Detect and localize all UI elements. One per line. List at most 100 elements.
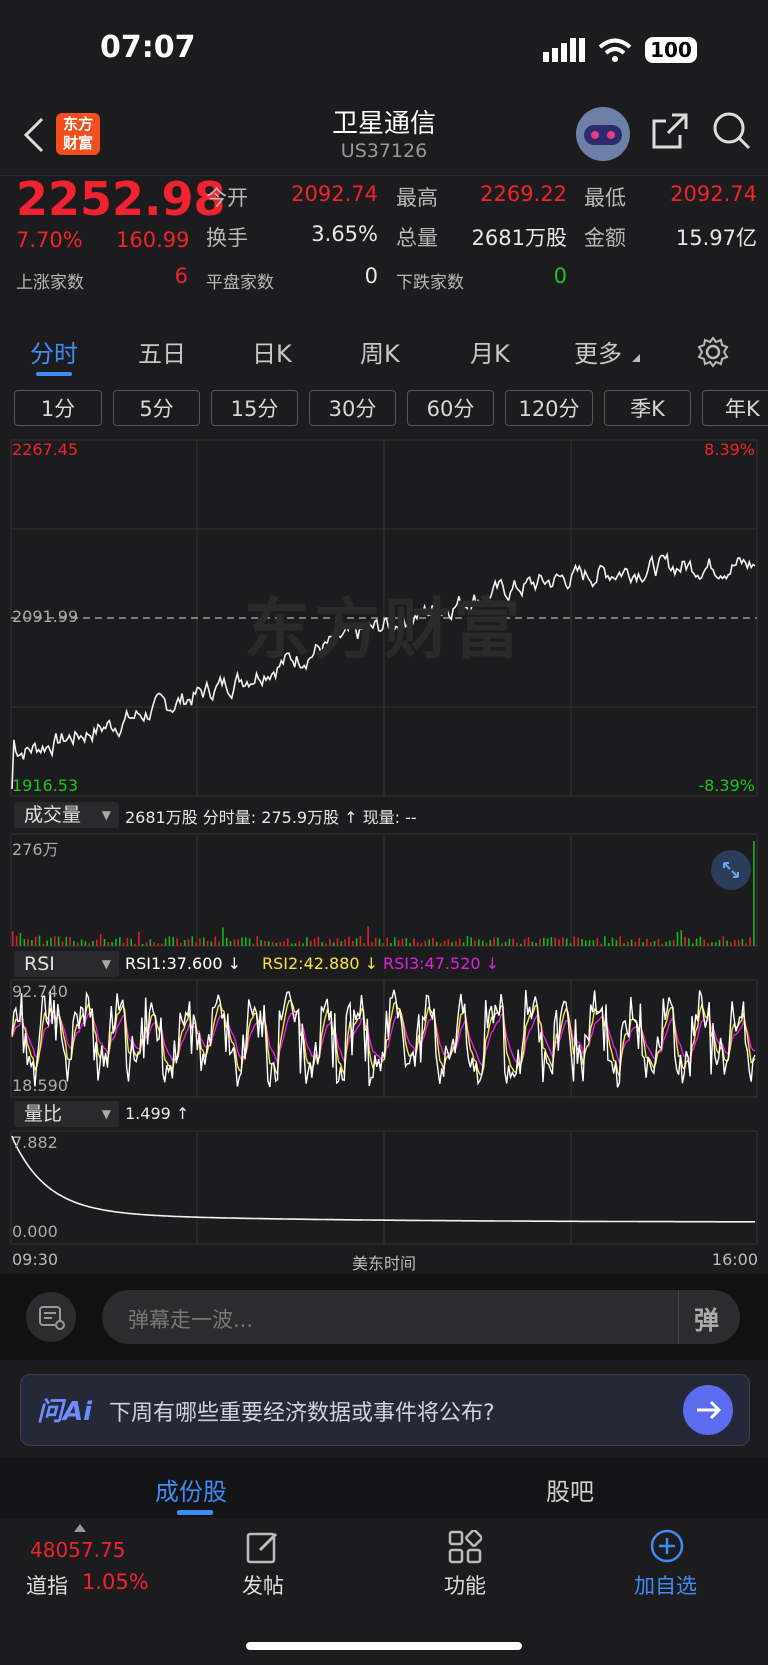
- volume-bar: [497, 937, 499, 946]
- high-value: 2269.22: [480, 182, 567, 206]
- volume-selector[interactable]: 成交量 ▼: [14, 802, 119, 828]
- ai-question-card[interactable]: 问Ai 下周有哪些重要经济数据或事件将公布?: [20, 1374, 750, 1446]
- volume-bar: [692, 943, 694, 946]
- settings-gear-icon[interactable]: [697, 336, 729, 368]
- volume-bar: [409, 942, 411, 946]
- add-watchlist-icon[interactable]: [649, 1528, 685, 1564]
- volume-bar: [46, 940, 48, 946]
- volume-bar: [290, 943, 293, 946]
- post-button[interactable]: 发帖: [242, 1570, 284, 1600]
- danmu-input[interactable]: 弹幕走一波... 弹: [102, 1290, 740, 1344]
- volume-bar: [493, 937, 495, 946]
- volume-ratio-selector[interactable]: 量比 ▼: [14, 1101, 119, 1127]
- subtab-indicator: [177, 1510, 213, 1515]
- search-icon[interactable]: [712, 111, 752, 151]
- period-30min[interactable]: 30分: [309, 390, 396, 426]
- chart-area: 东方财富 2267.45 8.39% 2091.99 1916.53 -8.39…: [0, 434, 768, 1274]
- period-60min[interactable]: 60分: [407, 390, 494, 426]
- danmu-toggle-button[interactable]: 弹: [694, 1301, 719, 1337]
- rsi-selector[interactable]: RSI ▼: [14, 951, 119, 977]
- volume-bar: [218, 941, 220, 946]
- add-watchlist-button[interactable]: 加自选: [634, 1570, 697, 1600]
- period-120min[interactable]: 120分: [505, 390, 593, 426]
- volume-ratio-value: 1.499 ↑: [125, 1104, 190, 1123]
- volume-bar: [634, 941, 637, 946]
- period-15min[interactable]: 15分: [211, 390, 298, 426]
- volume-bar: [749, 937, 751, 946]
- volume-bar: [615, 940, 618, 946]
- volume-info: 2681万股 分时量: 275.9万股 ↑ 现量: --: [125, 808, 417, 827]
- up-count-label: 上涨家数: [16, 273, 84, 293]
- volume-bar: [302, 943, 304, 946]
- volume-bar: [12, 931, 14, 946]
- volume-bar: [252, 943, 255, 946]
- volume-bar: [734, 940, 736, 946]
- volume-bar: [359, 936, 362, 946]
- volume-bar: [718, 939, 721, 946]
- time-zone-label: 美东时间: [351, 1254, 416, 1273]
- volume-bar: [96, 939, 98, 946]
- period-year-k[interactable]: 年K: [702, 390, 768, 426]
- change-percent: 7.70%: [16, 228, 83, 252]
- volume-bar: [134, 943, 136, 946]
- volume-bar: [489, 939, 492, 946]
- volume-bar: [61, 941, 64, 946]
- period-quarter-k[interactable]: 季K: [604, 390, 691, 426]
- tab-five-day[interactable]: 五日: [138, 334, 186, 369]
- functions-button[interactable]: 功能: [444, 1570, 486, 1600]
- volume-bar: [310, 940, 312, 946]
- watermark: 东方财富: [244, 591, 524, 668]
- down-count: 0: [553, 264, 567, 288]
- tab-weekly-k[interactable]: 周K: [360, 334, 400, 369]
- volume-bar: [745, 943, 747, 946]
- volume-bar: [646, 938, 648, 946]
- volume-bar: [115, 938, 117, 946]
- sub-tabs: 成份股 股吧: [0, 1458, 768, 1518]
- volume-bar: [283, 941, 285, 946]
- flat-count: 0: [364, 264, 378, 288]
- index-percent: 1.05%: [82, 1570, 149, 1594]
- tab-more[interactable]: 更多: [574, 334, 622, 369]
- tab-monthly-k[interactable]: 月K: [470, 334, 510, 369]
- volume-bar: [76, 942, 79, 946]
- tab-daily-k[interactable]: 日K: [252, 334, 292, 369]
- robot-assistant-icon[interactable]: [576, 107, 630, 161]
- volume-bar: [581, 939, 583, 946]
- volume-bar: [726, 940, 728, 946]
- volume-bar: [501, 943, 503, 946]
- rsi1-value: RSI1:37.600 ↓: [125, 954, 242, 973]
- volume-bar: [374, 937, 377, 946]
- share-icon[interactable]: [652, 113, 688, 149]
- volume-bar: [69, 937, 71, 946]
- tab-intraday[interactable]: 分时: [30, 334, 78, 369]
- volume-bar: [523, 939, 526, 946]
- volume-bar: [535, 942, 537, 946]
- volume-bar: [195, 942, 197, 946]
- grid-functions-icon[interactable]: [448, 1530, 482, 1564]
- period-5min[interactable]: 5分: [113, 390, 200, 426]
- volume-bar: [371, 941, 373, 946]
- tab-stock-forum[interactable]: 股吧: [546, 1472, 594, 1507]
- volume-bar: [161, 943, 163, 946]
- ai-send-arrow-icon[interactable]: [683, 1385, 733, 1435]
- volume-bar: [287, 938, 289, 946]
- volume-bar: [562, 937, 564, 946]
- volume-max-label: 276万: [12, 840, 59, 859]
- tab-constituents[interactable]: 成份股: [155, 1472, 227, 1507]
- volume-bar: [237, 939, 239, 946]
- open-label: 今开: [206, 186, 248, 210]
- volume-bar: [344, 939, 346, 946]
- volume-bar: [478, 939, 480, 946]
- period-1min[interactable]: 1分: [14, 390, 102, 426]
- volume-bar: [680, 930, 683, 946]
- expand-icon[interactable]: [711, 850, 751, 890]
- volume-bar: [466, 936, 469, 946]
- volume-bar: [588, 940, 591, 946]
- index-ticker[interactable]: 48057.75: [30, 1538, 125, 1562]
- volume-bar: [669, 940, 671, 946]
- volume-bar: [649, 942, 652, 946]
- volume-bar: [363, 943, 365, 946]
- danmu-settings-icon[interactable]: [26, 1292, 76, 1342]
- edit-post-icon[interactable]: [246, 1530, 280, 1564]
- volume-bar: [627, 941, 629, 946]
